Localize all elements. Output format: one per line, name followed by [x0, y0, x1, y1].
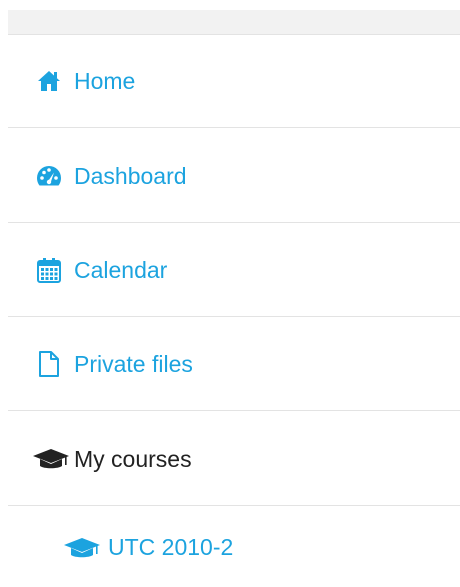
nav-item-course-utc-2010-2[interactable]: UTC 2010-2: [8, 508, 460, 587]
graduation-cap-icon: [30, 440, 72, 478]
navigation-block: Home Dashboard Calendar Private files My…: [8, 0, 460, 587]
nav-item-label: Private files: [74, 350, 193, 377]
nav-item-label: UTC 2010-2: [108, 534, 234, 560]
nav-item-label: My courses: [74, 445, 192, 472]
nav-item-private-files[interactable]: Private files: [8, 318, 460, 411]
dashboard-icon: [30, 157, 68, 195]
block-header-strip: [8, 10, 460, 34]
nav-item-label: Calendar: [74, 256, 168, 283]
nav-item-label: Home: [74, 67, 136, 94]
nav-item-dashboard[interactable]: Dashboard: [8, 130, 460, 223]
nav-item-my-courses[interactable]: My courses: [8, 413, 460, 506]
nav-item-label: Dashboard: [74, 162, 187, 189]
nav-item-calendar[interactable]: Calendar: [8, 224, 460, 317]
file-icon: [30, 345, 68, 383]
calendar-icon: [30, 251, 68, 289]
home-icon: [30, 62, 68, 100]
nav-item-home[interactable]: Home: [8, 35, 460, 128]
graduation-cap-icon: [60, 529, 104, 567]
